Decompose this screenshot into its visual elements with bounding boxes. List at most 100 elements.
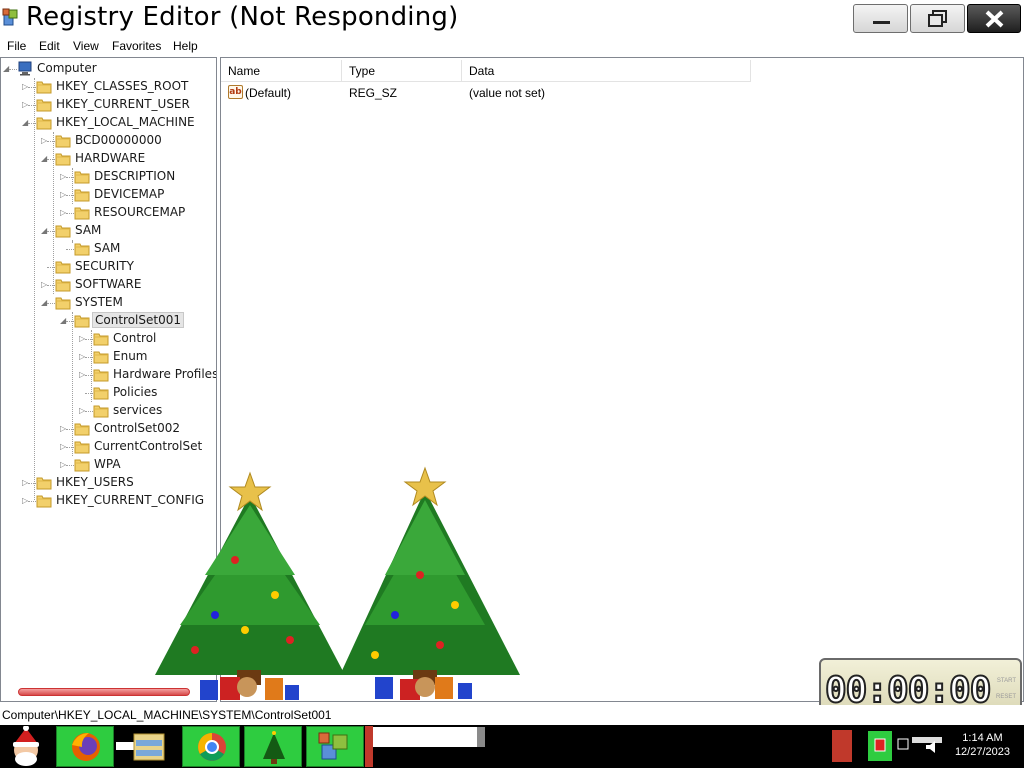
taskbar: 1:14 AM 12/27/2023 (0, 725, 1024, 768)
christmas-trees-decoration (155, 466, 520, 700)
tree-guide-line (72, 240, 73, 242)
restore-button[interactable] (910, 4, 965, 33)
folder-icon (55, 223, 71, 238)
start-button[interactable] (4, 725, 48, 767)
folder-icon (93, 367, 109, 382)
tree-item-label: ControlSet002 (94, 421, 180, 435)
taskbar-chrome[interactable] (182, 726, 240, 767)
tree-connector (28, 501, 36, 502)
menu-edit[interactable]: Edit (39, 39, 60, 53)
tree-item-label: HKEY_CLASSES_ROOT (56, 79, 189, 93)
tree-item-label: services (113, 403, 163, 417)
menu-favorites[interactable]: Favorites (112, 39, 161, 53)
christmas-tree-left (155, 471, 345, 685)
tree-item-label: WPA (94, 457, 121, 471)
taskbar-christmas-app[interactable] (244, 726, 302, 767)
tree-guide-line (72, 168, 73, 204)
column-header-name[interactable]: Name (221, 60, 342, 82)
tree-item-label: CurrentControlSet (94, 439, 203, 453)
chrome-icon (198, 733, 226, 761)
status-path: Computer\HKEY_LOCAL_MACHINE\SYSTEM\Contr… (2, 708, 332, 722)
folder-icon (93, 349, 109, 364)
tree-connector (9, 69, 17, 70)
folder-icon (36, 475, 52, 490)
folder-icon (74, 457, 90, 472)
tree-connector (85, 411, 93, 412)
folder-icon (55, 151, 71, 166)
tree-connector (66, 213, 74, 214)
taskbar-blank-area (373, 727, 477, 747)
tray-flag-icon[interactable] (832, 730, 852, 762)
value-type: REG_SZ (349, 86, 398, 100)
tree-item-label: DESCRIPTION (94, 169, 176, 183)
folder-icon (55, 277, 71, 292)
tray-action-center-icon[interactable] (868, 731, 892, 761)
string-value-icon: ab (228, 85, 243, 99)
tree-item-label: SAM (75, 223, 102, 237)
timer-reset-button[interactable]: RESET (996, 694, 1016, 700)
title-bar: Registry Editor (Not Responding) (0, 0, 1024, 38)
registry-editor-icon (318, 732, 348, 760)
computer-icon (17, 61, 33, 76)
santa-start-icon (13, 725, 39, 766)
tree-item-label: HKEY_CURRENT_USER (56, 97, 190, 111)
tree-item-label: SAM (94, 241, 121, 255)
tray-clock[interactable]: 1:14 AM 12/27/2023 (955, 731, 1010, 759)
tree-guide-line (72, 312, 73, 456)
folder-icon (36, 115, 52, 130)
minimize-button[interactable] (853, 4, 908, 33)
folder-icon (93, 403, 109, 418)
folder-icon (36, 79, 52, 94)
tree-item-label: HARDWARE (75, 151, 146, 165)
tree-item-label: HKEY_USERS (56, 475, 134, 489)
menu-file[interactable]: File (7, 39, 26, 53)
close-button[interactable] (967, 4, 1021, 33)
column-header-type[interactable]: Type (342, 60, 462, 82)
tree-item-label: Enum (113, 349, 148, 363)
tree-item-label: HKEY_LOCAL_MACHINE (56, 115, 195, 129)
tree-item-label: Policies (113, 385, 158, 399)
table-row[interactable]: ab (Default) REG_SZ (value not set) (221, 84, 1021, 102)
tray-time: 1:14 AM (962, 732, 1003, 744)
tree-item-label: Computer (37, 61, 97, 75)
tree-item-label: RESOURCEMAP (94, 205, 186, 219)
tray-network-volume-icons[interactable] (896, 735, 946, 755)
tree-guide-line (53, 132, 54, 294)
taskbar-firefox[interactable] (56, 726, 114, 767)
taskbar-file-explorer[interactable] (116, 726, 180, 767)
folder-icon (74, 421, 90, 436)
folder-icon (74, 187, 90, 202)
timer-start-button[interactable]: START (997, 678, 1016, 684)
christmas-tree-right (340, 466, 520, 685)
tray-date: 12/27/2023 (954, 746, 1010, 758)
menu-help[interactable]: Help (173, 39, 198, 53)
menu-view[interactable]: View (73, 39, 99, 53)
tree-item-computer[interactable]: ◢ Computer (1, 60, 216, 78)
progress-strip (18, 688, 190, 696)
folder-icon (74, 241, 90, 256)
window-title: Registry Editor (Not Responding) (26, 2, 459, 32)
value-data: (value not set) (469, 86, 546, 100)
tree-connector (66, 249, 74, 250)
taskbar-registry-editor[interactable] (306, 726, 364, 767)
tree-connector (66, 465, 74, 466)
tree-connector (47, 303, 55, 304)
folder-icon (93, 331, 109, 346)
tree-guide-line (91, 330, 92, 402)
folder-icon (55, 295, 71, 310)
column-header-data[interactable]: Data (462, 60, 751, 82)
gift-boxes (200, 677, 472, 700)
value-name: (Default) (245, 86, 292, 100)
tree-item-label: SOFTWARE (75, 277, 142, 291)
status-bar: Computer\HKEY_LOCAL_MACHINE\SYSTEM\Contr… (0, 705, 1024, 725)
file-explorer-icon (116, 733, 165, 761)
taskbar-edge-marker (365, 726, 373, 767)
tree-item-label: ControlSet001 (92, 312, 184, 328)
tree-item-label: SYSTEM (75, 295, 123, 309)
folder-icon (36, 97, 52, 112)
folder-icon (55, 133, 71, 148)
tree-item-label: SECURITY (75, 259, 134, 273)
tree-item-label: BCD00000000 (75, 133, 162, 147)
firefox-icon (72, 733, 100, 761)
tree-item-label: Hardware Profiles (113, 367, 217, 381)
